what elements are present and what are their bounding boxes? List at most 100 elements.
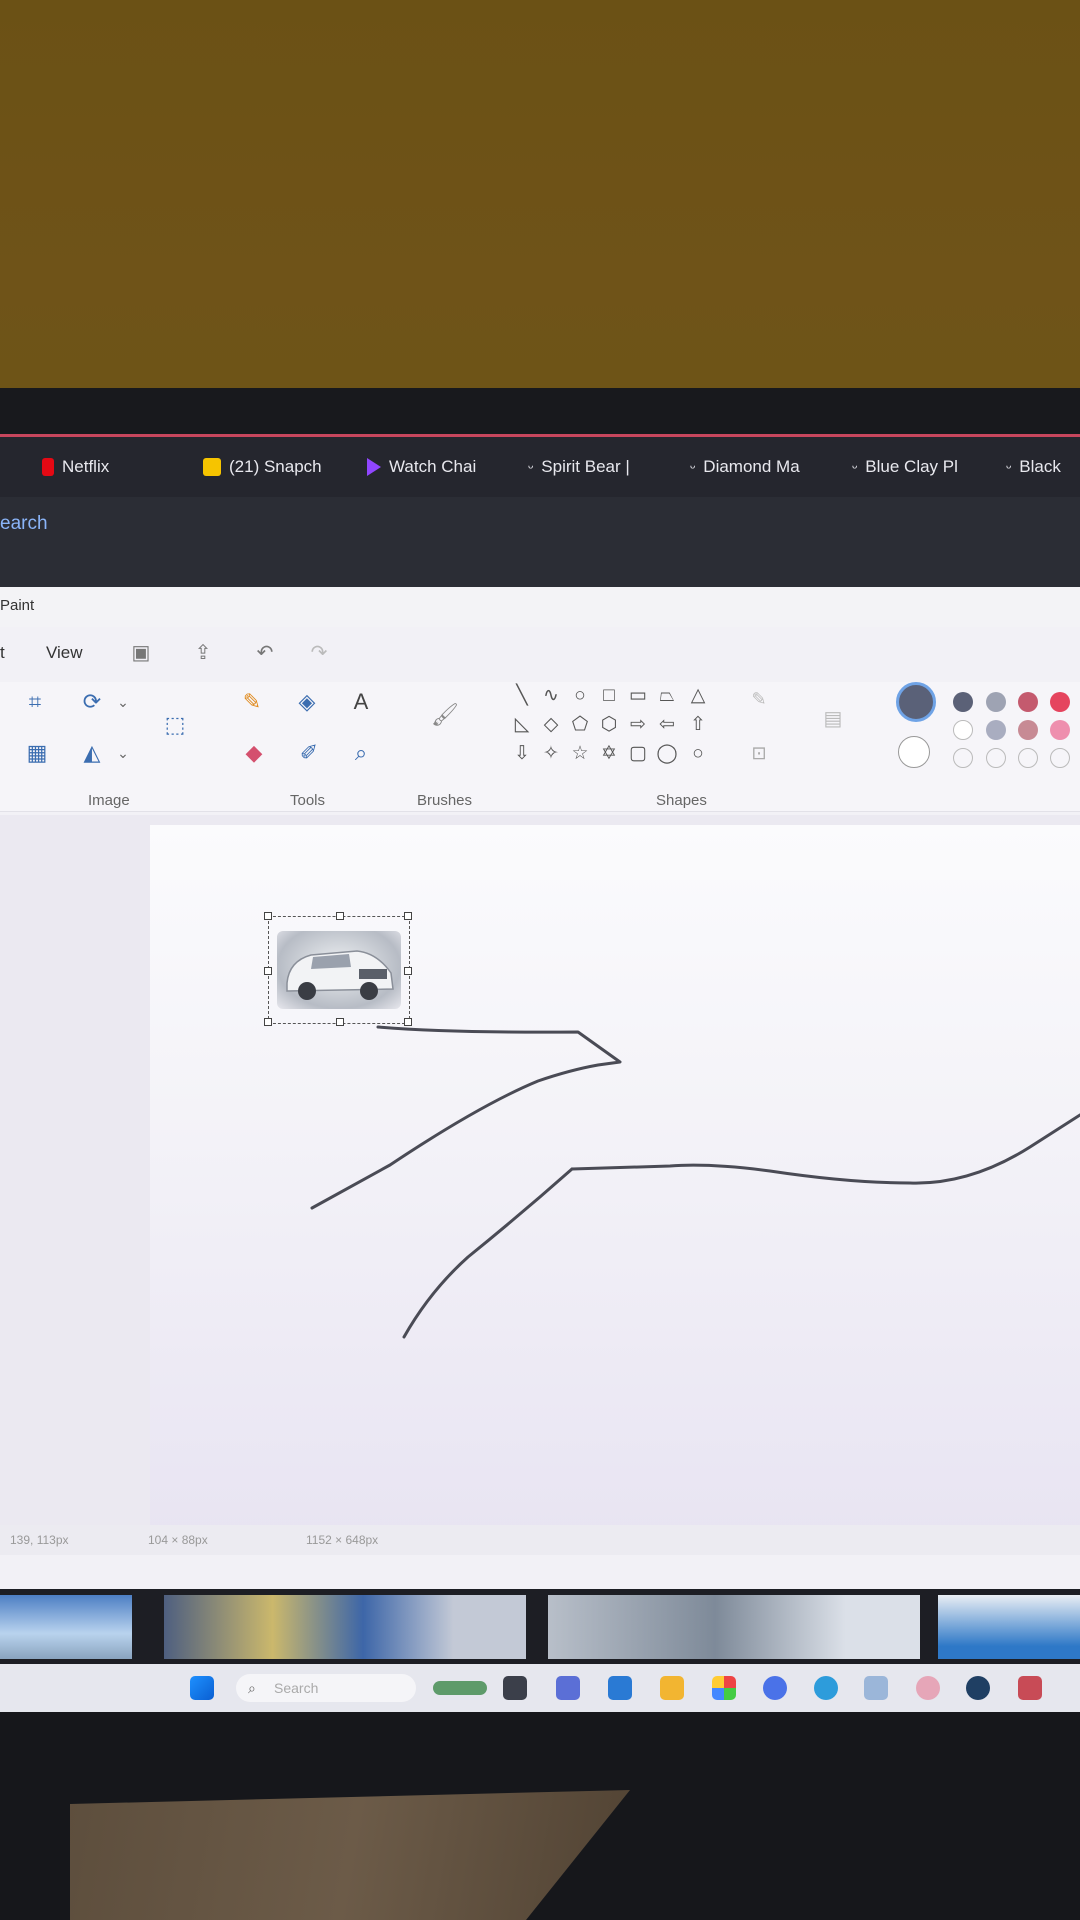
line-shape-icon[interactable]: ╲ [510,684,534,708]
redo-icon[interactable]: ↷ [307,641,331,665]
oval-shape-icon[interactable]: ○ [568,684,592,708]
curve-shape-icon[interactable]: ∿ [539,684,563,708]
palette-color[interactable] [953,692,973,712]
wall-background [0,0,1080,392]
paint-window: Paint t View ▣ ⇪ ↶ ↷ ⌗ ⟳ ⌄ ⬚ ▦ ◭ ⌄ Image… [0,587,1080,1589]
brush-icon[interactable]: 🖌 [430,700,460,730]
resize-icon[interactable]: ⬚ [160,710,190,740]
widget-icon[interactable] [433,1681,487,1695]
palette-color[interactable] [1050,720,1070,740]
edge-icon[interactable] [814,1676,838,1700]
bookmark-blue-clay[interactable]: ᵕ Blue Clay Pl [852,457,961,477]
task-view-icon[interactable] [503,1676,527,1700]
ribbon: ⌗ ⟳ ⌄ ⬚ ▦ ◭ ⌄ Image ✎ ◈ A ◆ ✐ ⌕ Tools 🖌 … [0,682,1080,812]
secondary-color-swatch[interactable] [898,736,930,768]
up-arrow-shape-icon[interactable]: ⇧ [686,713,710,737]
window-thumbnail[interactable] [164,1595,526,1659]
paint-app-icon[interactable] [712,1676,736,1700]
triangle-shape-icon[interactable]: △ [686,684,710,708]
menu-view[interactable]: View [46,643,83,663]
taskbar-thumbnail-strip [0,1589,1080,1664]
file-explorer-icon[interactable] [660,1676,684,1700]
app-icon[interactable] [1018,1676,1042,1700]
bookmark-twitch[interactable]: Watch Chai [367,457,485,477]
monitor-bezel-top [0,388,1080,436]
rotate-icon[interactable]: ⟳ [77,687,107,717]
bookmark-snapchat[interactable]: (21) Snapch [203,457,325,477]
left-arrow-shape-icon[interactable]: ⇦ [655,713,679,737]
four-point-star-shape-icon[interactable]: ✧ [539,742,563,766]
bookmark-icon: ᵕ [690,459,696,475]
color-picker-icon[interactable]: ✐ [294,738,324,768]
empty-palette-slot[interactable] [953,748,973,768]
taskbar: ⌕ Search [0,1664,1080,1712]
hexagon-shape-icon[interactable]: ⬡ [597,713,621,737]
cursor-position: 139, 113px [10,1533,69,1547]
app-icon[interactable] [916,1676,940,1700]
bookmark-spirit-bear[interactable]: ᵕ Spirit Bear | [528,457,630,477]
select-icon[interactable]: ▦ [22,738,52,768]
layers-icon[interactable]: ▤ [818,704,848,734]
eraser-icon[interactable]: ◆ [239,738,269,768]
primary-color-swatch[interactable] [896,682,936,722]
status-bar: 139, 113px 104 × 88px 1152 × 648px [0,1525,1080,1555]
five-point-star-shape-icon[interactable]: ☆ [568,742,592,766]
empty-palette-slot[interactable] [1018,748,1038,768]
crop-icon[interactable]: ⌗ [20,687,50,717]
chevron-down-icon[interactable]: ⌄ [108,687,138,717]
outline-icon[interactable]: ✎ [744,684,774,714]
start-icon[interactable] [190,1676,214,1700]
callout-oval-shape-icon[interactable]: ◯ [655,742,679,766]
drawing-canvas[interactable] [150,825,1080,1540]
group-label-tools: Tools [290,792,326,809]
callout-rect-shape-icon[interactable]: ▢ [626,742,650,766]
empty-palette-slot[interactable] [986,748,1006,768]
palette-color[interactable] [953,720,973,740]
pentagon-shape-icon[interactable]: ⬠ [568,713,592,737]
bookmark-label: Spirit Bear | [541,457,630,476]
menu-edit[interactable]: t [0,643,5,663]
palette-color[interactable] [986,692,1006,712]
palette-color[interactable] [986,720,1006,740]
six-point-star-shape-icon[interactable]: ✡ [597,742,621,766]
window-thumbnail[interactable] [938,1595,1080,1659]
down-arrow-shape-icon[interactable]: ⇩ [510,742,534,766]
pencil-icon[interactable]: ✎ [237,687,267,717]
steam-icon[interactable] [966,1676,990,1700]
polygon-shape-icon[interactable]: ⏢ [655,684,679,708]
window-thumbnail[interactable] [0,1595,132,1659]
text-icon[interactable]: A [346,687,376,717]
drawing-strokes [310,1025,1080,1339]
flip-icon[interactable]: ◭ [77,738,107,768]
bookmark-netflix[interactable]: Netflix [42,457,109,477]
undo-icon[interactable]: ↶ [253,641,277,665]
search-icon: ⌕ [248,1680,256,1696]
palette-color[interactable] [1018,692,1038,712]
canvas-area [0,815,1080,1540]
taskbar-search[interactable]: ⌕ Search [236,1674,416,1702]
app-icon[interactable] [864,1676,888,1700]
callout-cloud-shape-icon[interactable]: ○ [686,742,710,766]
bookmark-black[interactable]: ᵕ Black [1006,457,1061,477]
bookmark-label: (21) Snapch [229,457,322,476]
save-icon[interactable]: ▣ [129,641,153,665]
empty-palette-slot[interactable] [1050,748,1070,768]
diamond-shape-icon[interactable]: ◇ [539,713,563,737]
magnifier-icon[interactable]: ⌕ [346,738,376,768]
palette-color[interactable] [1018,720,1038,740]
rounded-rectangle-shape-icon[interactable]: ▭ [626,684,650,708]
bookmark-diamond[interactable]: ᵕ Diamond Ma [690,457,801,477]
chevron-down-icon[interactable]: ⌄ [108,738,138,768]
palette-color[interactable] [1050,692,1070,712]
fill-style-icon[interactable]: ⊡ [744,738,774,768]
right-triangle-shape-icon[interactable]: ◺ [510,713,534,737]
zoom-icon[interactable] [763,1676,787,1700]
share-icon[interactable]: ⇪ [191,641,215,665]
window-thumbnail[interactable] [548,1595,920,1659]
fill-icon[interactable]: ◈ [292,687,322,717]
store-icon[interactable] [608,1676,632,1700]
rectangle-shape-icon[interactable]: □ [597,684,621,708]
search-link[interactable]: earch [0,513,48,535]
teams-icon[interactable] [556,1676,580,1700]
right-arrow-shape-icon[interactable]: ⇨ [626,713,650,737]
